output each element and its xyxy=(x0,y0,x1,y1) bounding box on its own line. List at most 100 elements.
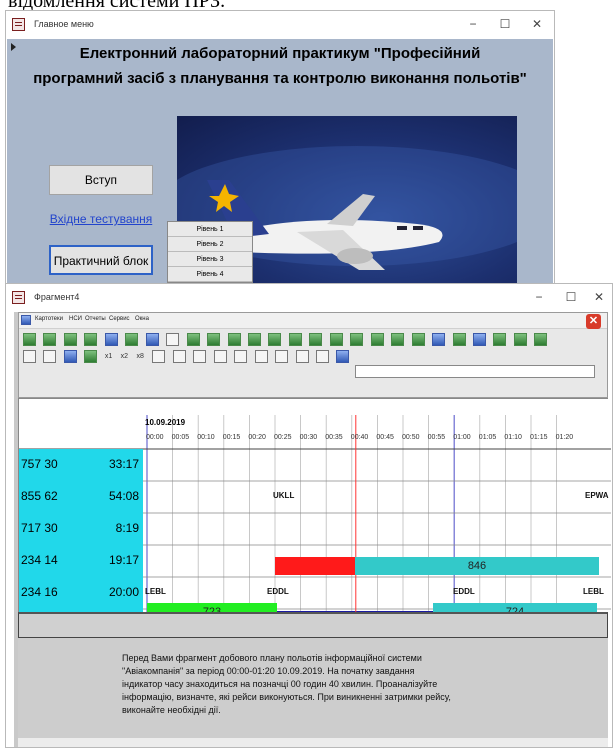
close-button[interactable]: ✕ xyxy=(584,288,614,306)
menubar: Картотеки НСИ Отчеты Сервис Окна ✕ xyxy=(19,313,607,329)
flight-code: 855 62 xyxy=(21,489,58,503)
undo-icon[interactable] xyxy=(254,350,268,363)
time-tick-label: 00:00 xyxy=(146,434,164,441)
grid-icon[interactable] xyxy=(452,333,466,346)
flight-duration: 33:17 xyxy=(108,457,139,471)
redo-icon[interactable] xyxy=(275,350,289,363)
time-tick-label: 00:50 xyxy=(402,434,420,441)
time-tick-label: 00:25 xyxy=(274,434,292,441)
tools-icon[interactable] xyxy=(316,350,330,363)
instruction-panel: Перед Вами фрагмент добового плану польо… xyxy=(18,638,608,747)
preview-icon[interactable] xyxy=(193,350,207,363)
practicum-heading: Електронний лабораторний практикум "Проф… xyxy=(7,41,553,91)
flight-duration: 8:19 xyxy=(115,521,139,535)
flight-row-label[interactable]: 234 14 19:17 xyxy=(19,545,143,577)
time-tick-label: 00:35 xyxy=(325,434,343,441)
airport-label: UKLL xyxy=(273,491,295,500)
level-2-item[interactable]: Рівень 2 xyxy=(168,237,252,252)
flight-row-label[interactable]: 717 30 8:19 xyxy=(19,513,143,545)
blank-icon[interactable] xyxy=(166,333,180,346)
status-bar xyxy=(18,738,608,747)
horizontal-scroll-area[interactable] xyxy=(18,612,608,638)
flight-duration: 54:08 xyxy=(108,489,139,503)
grid-icon[interactable] xyxy=(350,333,364,346)
window-icon[interactable] xyxy=(472,333,486,346)
intro-button[interactable]: Вступ xyxy=(49,165,153,195)
maximize-button[interactable]: ☐ xyxy=(556,288,586,306)
fragment-client-area: Картотеки НСИ Отчеты Сервис Окна ✕ x1 x2… xyxy=(14,312,611,747)
time-tick-label: 00:10 xyxy=(197,434,215,441)
grid-icon[interactable] xyxy=(247,333,261,346)
heading-line-2: програмний засіб з планування та контрол… xyxy=(33,70,527,87)
heading-line-1: Електронний лабораторний практикум "Проф… xyxy=(79,45,481,62)
minimize-button[interactable]: − xyxy=(524,288,554,306)
time-tick-label: 01:15 xyxy=(530,434,548,441)
page-icon[interactable] xyxy=(152,350,166,363)
entry-test-link[interactable]: Вхідне тестування xyxy=(49,205,153,235)
menu-service[interactable]: Сервис xyxy=(109,316,130,322)
cards-icon[interactable] xyxy=(43,333,57,346)
level-1-item[interactable]: Рівень 1 xyxy=(168,222,252,237)
time-tick-label: 00:15 xyxy=(222,434,241,441)
menu-nsi[interactable]: НСИ xyxy=(69,316,82,322)
chart-icon[interactable] xyxy=(145,333,159,346)
close-button[interactable]: ✕ xyxy=(522,15,552,33)
filter-funnel-icon[interactable] xyxy=(336,350,350,363)
maximize-button[interactable]: ☐ xyxy=(490,15,520,33)
grid-icon[interactable] xyxy=(268,333,282,346)
zoom-x2-button[interactable]: x2 xyxy=(121,350,128,363)
minimize-button[interactable]: − xyxy=(458,15,488,33)
grid-icon[interactable] xyxy=(534,333,548,346)
time-tick-label: 00:40 xyxy=(350,434,369,441)
main-menu-body: Електронний лабораторний практикум "Проф… xyxy=(7,39,553,286)
time-tick-label: 01:05 xyxy=(478,434,497,441)
flight-bar-846[interactable]: 846 xyxy=(355,557,599,575)
save-icon[interactable] xyxy=(234,350,248,363)
app-logo-icon xyxy=(21,315,31,325)
grid-icon[interactable] xyxy=(513,333,527,346)
flight-row-label[interactable]: 757 30 33:17 xyxy=(19,449,143,481)
instruction-text: Перед Вами фрагмент добового плану польо… xyxy=(122,653,451,715)
airport-label: LEBL xyxy=(145,587,166,596)
text-icon[interactable] xyxy=(295,350,309,363)
delay-bar[interactable] xyxy=(275,557,355,575)
level-3-item[interactable]: Рівень 3 xyxy=(168,252,252,267)
grid-icon[interactable] xyxy=(84,350,98,363)
grid-icon[interactable] xyxy=(227,333,241,346)
flight-row-label[interactable]: 855 62 54:08 xyxy=(19,481,143,513)
close-x-icon[interactable]: ✕ xyxy=(586,314,601,329)
menu-reports[interactable]: Отчеты xyxy=(85,316,106,322)
grid-icon[interactable] xyxy=(288,333,302,346)
grid-icon[interactable] xyxy=(207,333,221,346)
copy-icon[interactable] xyxy=(172,350,186,363)
level-4-item[interactable]: Рівень 4 xyxy=(168,267,252,282)
menu-cards[interactable]: Картотеки xyxy=(35,316,63,322)
airport-label: LEBL xyxy=(583,587,604,596)
grid-icon[interactable] xyxy=(370,333,384,346)
cards-icon[interactable] xyxy=(84,333,98,346)
grid-icon[interactable] xyxy=(309,333,323,346)
time-tick-label: 00:20 xyxy=(248,434,266,441)
grid-icon[interactable] xyxy=(493,333,507,346)
flight-row-label[interactable]: 234 16 20:00 xyxy=(19,577,143,609)
grid-icon[interactable] xyxy=(186,333,200,346)
zoom-x8-button[interactable]: x8 xyxy=(137,350,144,363)
toolbar-input[interactable] xyxy=(355,365,595,378)
zoom-x1-button[interactable]: x1 xyxy=(105,350,112,363)
filter-icon[interactable] xyxy=(23,350,36,363)
cards-icon[interactable] xyxy=(63,333,77,346)
grid-icon[interactable] xyxy=(329,333,343,346)
main-menu-window: Главное меню − ☐ ✕ Електронний лаборатор… xyxy=(5,10,555,286)
menu-windows[interactable]: Окна xyxy=(135,316,149,322)
cards-icon[interactable] xyxy=(23,333,36,346)
practical-block-button[interactable]: Практичний блок xyxy=(49,245,153,275)
list-icon[interactable] xyxy=(125,333,139,346)
grid-icon[interactable] xyxy=(411,333,425,346)
database-icon[interactable] xyxy=(63,350,77,363)
document-icon[interactable] xyxy=(104,333,118,346)
table-icon[interactable] xyxy=(432,333,446,346)
refresh-icon[interactable] xyxy=(43,350,57,363)
print-icon[interactable] xyxy=(213,350,227,363)
grid-icon[interactable] xyxy=(391,333,405,346)
flight-duration: 19:17 xyxy=(108,553,139,567)
